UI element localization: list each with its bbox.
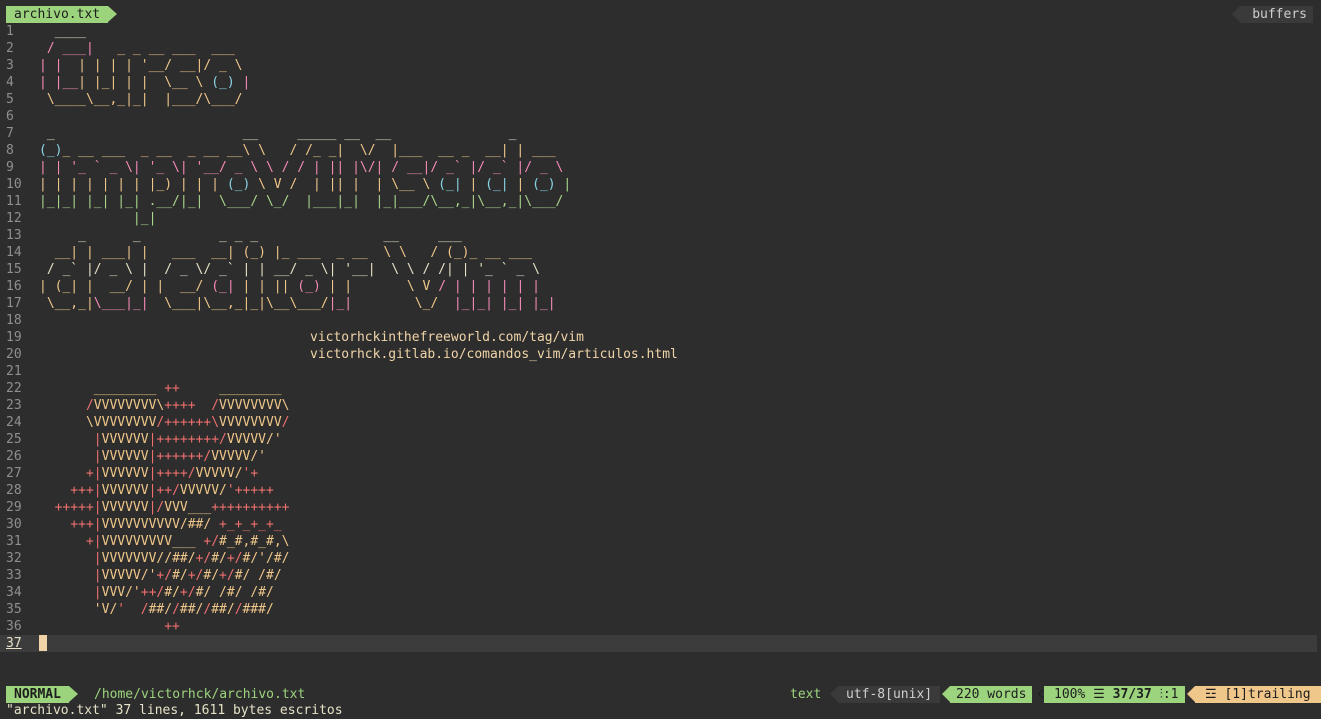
line-number: 12 (6, 211, 22, 226)
text-line: 1 ____ (6, 24, 86, 39)
text-line: 3 | | | | | | '__/ __|/ _ \ (6, 58, 243, 73)
text-line: 10 | | | | | | | |_) | | | (_) \ V / | ||… (6, 177, 572, 192)
trailing-warning: ☲ [1]trailing (1187, 686, 1321, 703)
file-path: /home/victorhck/archivo.txt (94, 687, 306, 702)
text-line: 20 victorhck.gitlab.io/comandos_vim/artic… (0, 346, 1321, 363)
line-number: 2 (6, 41, 14, 56)
tab-archivo[interactable]: archivo.txt (6, 6, 118, 23)
url-line-19[interactable]: victorhckinthefreeworld.com/tag/vim (310, 329, 584, 346)
text-line: 14 __| | ___| | ___ __| (_) |_ ___ _ __ … (6, 245, 533, 260)
line-number: 29 (6, 500, 22, 515)
line-number: 14 (6, 245, 22, 260)
line-number: 34 (6, 585, 22, 600)
line-number: 3 (6, 58, 14, 73)
text-line: 26 |VVVVVV|++++++/VVVVV/' (6, 449, 267, 464)
text-line: 9 | | '_ ` _ \| '_ \| '__/ _ \ \ / / | ||… (6, 160, 564, 175)
line-number: 22 (6, 381, 22, 396)
line-number: 8 (6, 143, 14, 158)
current-line: 37 (0, 635, 1317, 652)
line-number: 26 (6, 449, 22, 464)
editor-area[interactable]: 1 ____ 2 / ___| _ _ __ ___ ___ 3 | | | | … (0, 23, 1321, 652)
text-line: 2 / ___| _ _ __ ___ ___ (6, 41, 235, 56)
text-line: 32 |VVVVVVV//##/+/#/+/#/'/#/ (6, 551, 290, 566)
line-number: 32 (6, 551, 22, 566)
text-line: 7 _ __ _____ __ __ _ (6, 126, 517, 141)
line-number: 11 (6, 194, 22, 209)
line-number: 23 (6, 398, 22, 413)
line-number: 20 (6, 347, 22, 362)
url-line-20[interactable]: victorhck.gitlab.io/comandos_vim/articul… (310, 346, 678, 363)
line-number: 13 (6, 228, 22, 243)
line-position: 37/37 (1112, 687, 1152, 702)
text-line: 21 (0, 363, 1321, 380)
encoding: utf-8[unix] (829, 686, 941, 703)
line-number: 17 (6, 296, 22, 311)
text-line: 28 +++|VVVVVV|++/VVVVV/'+++++ (6, 483, 274, 498)
text-line: 11 |_|_| |_| |_| .__/|_| \___/ \_/ |___|_… (6, 194, 564, 209)
filetype: text (790, 687, 822, 702)
line-number: 10 (6, 177, 22, 192)
text-line: 17 \__,_|\___|_| \___|\__,_|_|\__\___/|_… (6, 296, 556, 311)
percent: 100% (1054, 687, 1086, 702)
line-number: 31 (6, 534, 22, 549)
text-line: 12 |_| (6, 211, 157, 226)
cursor-position: 100% ☰ 37/37 ⫶:1 (1044, 686, 1185, 703)
text-line: 24 \VVVVVVVV/++++++\VVVVVVVV/ (6, 415, 290, 430)
text-line: 13 _ _ _ _ _ __ ___ (6, 228, 462, 243)
line-number: 36 (6, 619, 22, 634)
line-number: 33 (6, 568, 22, 583)
line-number: 19 (6, 330, 22, 345)
text-line: 27 +|VVVVVV|++++/VVVVV/'+ (6, 466, 259, 481)
line-number: 27 (6, 466, 22, 481)
text-cursor (39, 635, 47, 651)
mode-indicator: NORMAL (6, 686, 78, 703)
line-number: 25 (6, 432, 22, 447)
text-line: 16 | (_| | __/ | | __/ (_| | | || (_) | |… (6, 279, 540, 294)
text-line: 30 +++|VVVVVVVVVV/##/ +_+_+_+_ (6, 517, 282, 532)
line-number: 6 (6, 109, 14, 124)
line-number: 4 (6, 75, 14, 90)
line-number: 15 (6, 262, 22, 277)
text-line: 23 /VVVVVVVV\++++ /VVVVVVVV\ (6, 398, 290, 413)
text-line: 31 +|VVVVVVVVV___ +/#_#,#_#,\ (6, 534, 290, 549)
command-line: "archivo.txt" 37 lines, 1611 bytes escri… (6, 703, 343, 718)
line-number: 21 (6, 364, 22, 379)
text-line: 29 +++++|VVVVVV|/VVV___++++++++++ (6, 500, 290, 515)
line-number: 5 (6, 92, 14, 107)
text-line: 18 (0, 312, 1321, 329)
column: :1 (1162, 687, 1179, 702)
text-line: 25 |VVVVVV|++++++++/VVVVV/' (6, 432, 282, 447)
line-number: 7 (6, 126, 14, 141)
text-line: 22 ________ ++ ________ (6, 381, 282, 396)
text-line: 4 | |__| |_| | | \__ \ (_) | (6, 75, 251, 90)
text-line: 6 (0, 108, 1321, 125)
line-number: 16 (6, 279, 22, 294)
line-number: 18 (6, 313, 22, 328)
text-line: 19 victorhckinthefreeworld.com/tag/vim (0, 329, 1321, 346)
word-count: 220 words (941, 686, 1033, 703)
line-number: 9 (6, 160, 14, 175)
text-line: 35 'V/' /##//##//##//###/ (6, 602, 274, 617)
text-line: 5 \____\__,_|_| |___/\___/ (6, 92, 243, 107)
line-number: 24 (6, 415, 22, 430)
text-line: 33 |VVVVV/'+/#/+/#/+/#/ /#/ (6, 568, 282, 583)
text-line: 34 |VVV/'++/#/+/#/ /#/ /#/ (6, 585, 274, 600)
buffers-label[interactable]: buffers (1232, 6, 1313, 23)
line-number: 30 (6, 517, 22, 532)
statusline: NORMAL /home/victorhck/archivo.txt text … (0, 686, 1321, 703)
line-number: 35 (6, 602, 22, 617)
line-number: 1 (6, 24, 14, 39)
text-line: 8 (_)_ __ ___ _ __ _ __ __\ \ / /_ _| \/ … (6, 143, 556, 158)
text-line: 36 ++ (6, 619, 180, 634)
line-number: 28 (6, 483, 22, 498)
lines-icon: ☰ (1093, 687, 1105, 702)
text-line: 15 / _` |/ _ \ | / _ \/ _` | | __/ _ \| … (6, 262, 540, 277)
line-number: 37 (6, 636, 22, 651)
